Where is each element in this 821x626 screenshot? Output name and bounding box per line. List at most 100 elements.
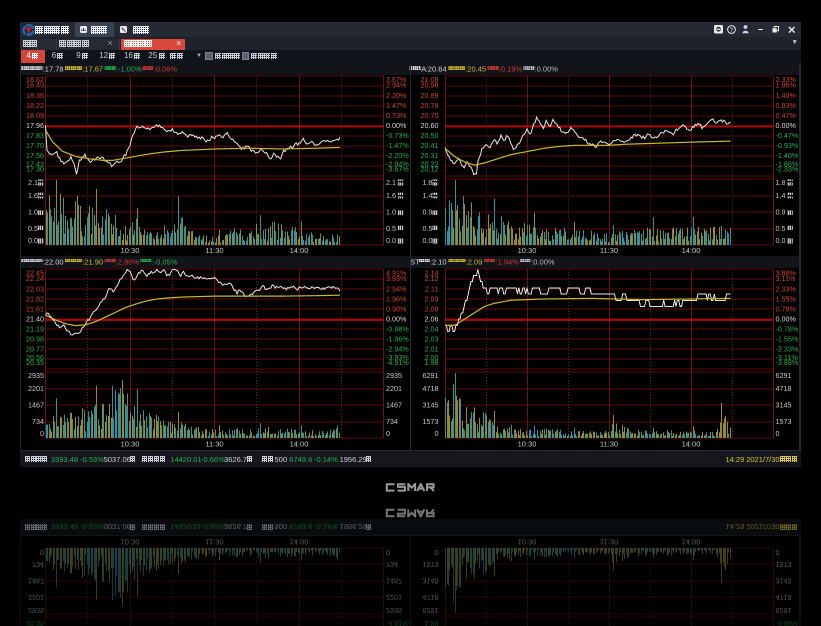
svg-text:20.35: 20.35: [26, 358, 44, 367]
svg-text:1.6: 1.6: [28, 191, 38, 200]
svg-text:22.03: 22.03: [26, 284, 44, 293]
svg-text:1.55%: 1.55%: [776, 294, 797, 303]
svg-text:21.40: 21.40: [26, 314, 44, 323]
svg-text:22.24: 22.24: [26, 274, 44, 283]
svg-text:1.86%: 1.86%: [776, 80, 797, 89]
svg-text:0.5: 0.5: [776, 224, 786, 233]
svg-text::-0.05%: :-0.05%: [152, 257, 178, 266]
svg-text:11:30: 11:30: [600, 246, 618, 255]
svg-text::22.00: :22.00: [43, 257, 64, 266]
svg-text:-4.91%: -4.91%: [386, 358, 409, 367]
svg-text:4718: 4718: [776, 384, 792, 393]
svg-text:1.6: 1.6: [386, 191, 396, 200]
svg-text::2.09: :2.09: [466, 257, 483, 266]
svg-text:2.08: 2.08: [425, 304, 439, 313]
svg-text:0.5: 0.5: [423, 224, 433, 233]
svg-text:2.94%: 2.94%: [386, 284, 407, 293]
svg-text:1.8: 1.8: [776, 178, 786, 187]
svg-text:734: 734: [386, 417, 398, 426]
svg-text:10:30: 10:30: [121, 439, 140, 448]
svg-text:1.8: 1.8: [423, 178, 433, 187]
svg-text::17.78: :17.78: [43, 64, 64, 73]
svg-text:734: 734: [32, 417, 44, 426]
svg-text:20.60: 20.60: [421, 121, 439, 130]
svg-text:2.94%: 2.94%: [386, 80, 407, 89]
svg-text:2.1: 2.1: [386, 178, 396, 187]
svg-text:3145: 3145: [776, 400, 792, 409]
svg-text:20.12: 20.12: [421, 164, 439, 173]
svg-text::20.64: :20.64: [426, 64, 447, 73]
svg-text:-3.67%: -3.67%: [386, 164, 409, 173]
svg-text:0: 0: [386, 429, 390, 438]
svg-text:0: 0: [776, 429, 780, 438]
svg-text:11:30: 11:30: [600, 439, 618, 448]
svg-text:0.00%: 0.00%: [776, 314, 797, 323]
svg-text:-1.96%: -1.96%: [386, 334, 409, 343]
svg-text:0: 0: [435, 429, 439, 438]
svg-text:-1.47%: -1.47%: [386, 141, 409, 150]
svg-text:21.82: 21.82: [26, 294, 44, 303]
svg-text:17.83: 17.83: [26, 131, 44, 140]
svg-text:11:30: 11:30: [205, 439, 223, 448]
svg-text:1467: 1467: [386, 400, 402, 409]
svg-text:20.50: 20.50: [421, 131, 439, 140]
svg-text::2.80%: :2.80%: [116, 257, 140, 266]
svg-text:-2.33%: -2.33%: [776, 164, 799, 173]
svg-text:1.47%: 1.47%: [386, 101, 407, 110]
svg-text:20.89: 20.89: [421, 91, 439, 100]
svg-text::1.94%: :1.94%: [496, 257, 520, 266]
svg-text:0.78%: 0.78%: [776, 304, 797, 313]
svg-text::2.10: :2.10: [430, 257, 447, 266]
svg-text:0.5: 0.5: [386, 224, 396, 233]
svg-text:18.09: 18.09: [26, 111, 44, 120]
svg-text:14:00: 14:00: [290, 246, 309, 255]
svg-text:17.70: 17.70: [26, 141, 44, 150]
svg-text:20.98: 20.98: [26, 334, 44, 343]
svg-text::20.45: :20.45: [465, 64, 486, 73]
svg-text:-0.78%: -0.78%: [776, 324, 799, 333]
svg-text:10:30: 10:30: [518, 246, 537, 255]
svg-text:0.98%: 0.98%: [386, 304, 407, 313]
svg-text:0.47%: 0.47%: [776, 111, 797, 120]
svg-text:1.4: 1.4: [776, 191, 786, 200]
svg-text:0.73%: 0.73%: [386, 111, 407, 120]
svg-text:-3.88%: -3.88%: [776, 358, 799, 367]
svg-text:2.04: 2.04: [425, 324, 439, 333]
svg-text:-0.93%: -0.93%: [776, 141, 799, 150]
svg-text:10:30: 10:30: [518, 439, 537, 448]
svg-text:2.03: 2.03: [425, 334, 439, 343]
svg-text::0.00%: :0.00%: [531, 257, 555, 266]
svg-text::0.19%: :0.19%: [499, 64, 523, 73]
svg-text:2935: 2935: [28, 371, 44, 380]
svg-text:-1.55%: -1.55%: [776, 334, 799, 343]
svg-text:14:00: 14:00: [682, 246, 701, 255]
svg-text:0.00%: 0.00%: [386, 121, 407, 130]
svg-text:6291: 6291: [776, 371, 792, 380]
svg-text:17.96: 17.96: [26, 121, 44, 130]
svg-text:11:30: 11:30: [205, 246, 223, 255]
svg-text:3145: 3145: [423, 400, 439, 409]
svg-text:18.49: 18.49: [26, 80, 44, 89]
svg-text:?: ?: [729, 27, 733, 34]
svg-text:0.0: 0.0: [28, 236, 38, 245]
svg-text:20.41: 20.41: [421, 141, 439, 150]
svg-text:0.00%: 0.00%: [776, 121, 797, 130]
svg-text::0.00%: :0.00%: [535, 64, 559, 73]
svg-text:18.22: 18.22: [26, 101, 44, 110]
svg-text:1.40%: 1.40%: [776, 91, 797, 100]
svg-text:0.5: 0.5: [28, 224, 38, 233]
svg-text:1573: 1573: [423, 417, 439, 426]
svg-text:3.93%: 3.93%: [386, 274, 407, 283]
svg-text:2935: 2935: [386, 371, 402, 380]
svg-text:10:30: 10:30: [121, 246, 140, 255]
svg-text:6291: 6291: [423, 371, 439, 380]
svg-text:21.61: 21.61: [26, 304, 44, 313]
svg-text::21.90: :21.90: [82, 257, 103, 266]
svg-text:0.0: 0.0: [776, 236, 786, 245]
svg-text:4718: 4718: [423, 384, 439, 393]
svg-text:2.33%: 2.33%: [776, 284, 797, 293]
svg-text:2.12: 2.12: [425, 274, 439, 283]
svg-text::0.06%: :0.06%: [154, 64, 178, 73]
svg-text:2201: 2201: [28, 384, 44, 393]
svg-text:0.9: 0.9: [423, 207, 433, 216]
